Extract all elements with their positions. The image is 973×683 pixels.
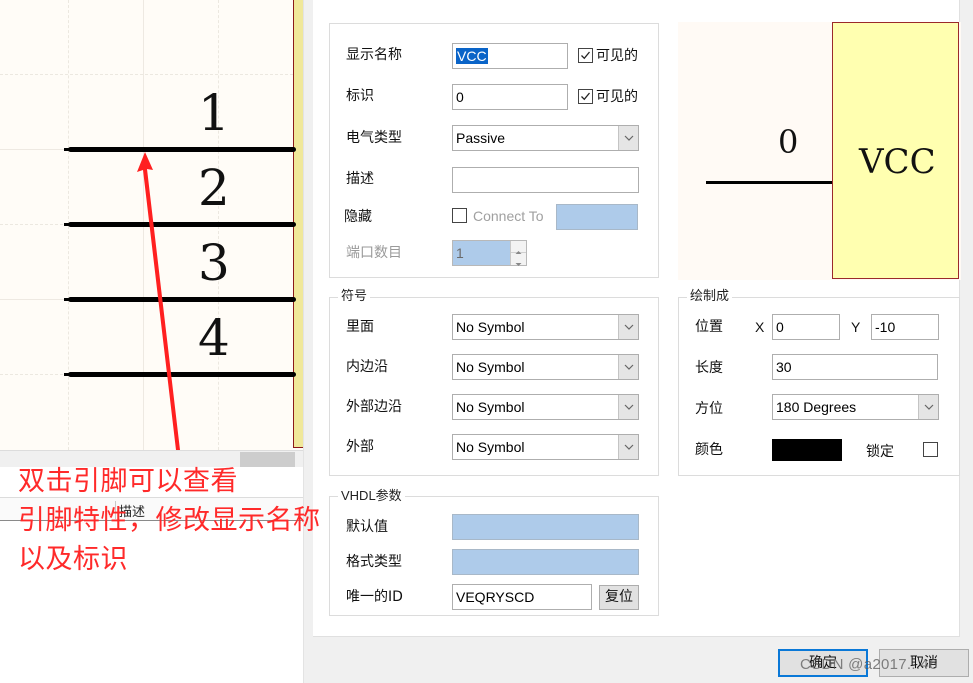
format-type-input[interactable]: [452, 549, 639, 575]
outside-symbol-value: No Symbol: [456, 439, 525, 455]
inside-edge-symbol-value: No Symbol: [456, 359, 525, 375]
display-name-input[interactable]: VCC: [452, 43, 568, 69]
preview-pin-number: 0: [778, 123, 799, 161]
general-properties-group: 显示名称 VCC 可见的 标识 0 可见的 电气类型 Passive 描述 隐藏: [329, 23, 659, 278]
spinner-buttons: [510, 241, 526, 266]
watermark: CSDN @a2017...46: [800, 656, 938, 673]
dropdown-button[interactable]: [618, 435, 638, 459]
pin-number-1: 1: [198, 84, 230, 142]
symbols-legend: 符号: [338, 288, 371, 306]
spin-down-button[interactable]: [511, 253, 526, 266]
chevron-down-icon: [624, 404, 634, 410]
inside-edge-label: 内边沿: [346, 359, 388, 375]
port-count-value: 1: [456, 245, 464, 261]
location-y-input[interactable]: -10: [871, 314, 939, 340]
pin-number-2: 2: [198, 159, 230, 217]
pin-preview: 0 VCC: [678, 22, 961, 280]
designator-label: 标识: [346, 88, 374, 104]
display-name-visible-checkbox[interactable]: [578, 48, 593, 63]
dropdown-button[interactable]: [618, 355, 638, 379]
default-value-input[interactable]: [452, 514, 639, 540]
dropdown-button[interactable]: [618, 315, 638, 339]
pin-4[interactable]: [68, 372, 296, 377]
inside-edge-symbol-select[interactable]: No Symbol: [452, 354, 639, 380]
length-input[interactable]: 30: [772, 354, 938, 380]
color-picker-swatch[interactable]: [772, 439, 842, 461]
hidden-checkbox[interactable]: [452, 208, 467, 223]
location-x-input[interactable]: 0: [772, 314, 840, 340]
grid-line: [0, 74, 303, 75]
port-count-label: 端口数目: [346, 245, 402, 261]
description-input[interactable]: [452, 167, 639, 193]
port-count-spinner[interactable]: 1: [452, 240, 527, 266]
chevron-down-icon: [924, 404, 934, 410]
schematic-canvas[interactable]: 1 2 3 4: [0, 0, 303, 450]
y-label: Y: [851, 319, 861, 335]
chevron-down-icon: [624, 324, 634, 330]
pin-number-3: 3: [198, 234, 230, 292]
connect-to-input[interactable]: [556, 204, 638, 230]
color-label: 颜色: [695, 442, 723, 458]
orientation-value: 180 Degrees: [776, 399, 857, 415]
checkmark-icon: [581, 51, 591, 60]
preview-pin-name: VCC: [859, 142, 936, 182]
symbols-group: 符号 里面 No Symbol 内边沿 No Symbol 外部边沿 No Sy…: [329, 288, 659, 476]
checkmark-icon: [581, 92, 591, 101]
chevron-down-icon: [624, 135, 634, 141]
preview-pin-line: [706, 181, 833, 184]
chevron-down-icon: [624, 364, 634, 370]
unique-id-label: 唯一的ID: [346, 589, 403, 605]
pin-3[interactable]: [68, 297, 296, 302]
dropdown-button[interactable]: [618, 126, 638, 150]
dropdown-button[interactable]: [618, 395, 638, 419]
display-name-value: VCC: [456, 48, 488, 64]
x-label: X: [755, 319, 765, 335]
chevron-down-icon: [624, 444, 634, 450]
locked-label: 锁定: [866, 444, 894, 460]
orientation-select[interactable]: 180 Degrees: [772, 394, 939, 420]
unique-id-input[interactable]: VEQRYSCD: [452, 584, 592, 610]
outside-label: 外部: [346, 439, 374, 455]
graphical-group: 绘制成 位置 X 0 Y -10 长度 30 方位 180 Degrees 颜色…: [678, 288, 960, 476]
inside-symbol-select[interactable]: No Symbol: [452, 314, 639, 340]
electrical-type-select[interactable]: Passive: [452, 125, 639, 151]
location-label: 位置: [695, 319, 723, 335]
outside-symbol-select[interactable]: No Symbol: [452, 434, 639, 460]
arrow-down-icon: [515, 263, 522, 266]
inside-symbol-value: No Symbol: [456, 319, 525, 335]
reset-button[interactable]: 复位: [599, 585, 639, 610]
annotation-text: 双击引脚可以查看 引脚特性，修改显示名称 以及标识: [18, 462, 378, 579]
outside-edge-symbol-value: No Symbol: [456, 399, 525, 415]
description-label: 描述: [346, 171, 374, 187]
hidden-label: 隐藏: [344, 209, 372, 225]
pin-2[interactable]: [68, 222, 296, 227]
pin-number-4: 4: [198, 309, 230, 367]
designator-visible-label[interactable]: 可见的: [596, 88, 638, 106]
designator-visible-checkbox[interactable]: [578, 89, 593, 104]
graphical-legend: 绘制成: [687, 288, 733, 306]
annotation-line: 引脚特性，修改显示名称: [18, 505, 321, 536]
annotation-line: 以及标识: [18, 544, 128, 575]
connect-to-label: Connect To: [473, 208, 544, 224]
pin-properties-dialog: 显示名称 VCC 可见的 标识 0 可见的 电气类型 Passive 描述 隐藏: [313, 0, 973, 683]
vhdl-params-group: VHDL参数 默认值 格式类型 唯一的ID VEQRYSCD 复位: [329, 487, 659, 616]
pin-1[interactable]: [68, 147, 296, 152]
electrical-type-label: 电气类型: [346, 130, 402, 146]
spin-up-button[interactable]: [511, 241, 526, 254]
dropdown-button[interactable]: [918, 395, 938, 419]
display-name-visible-label[interactable]: 可见的: [596, 47, 638, 65]
outside-edge-symbol-select[interactable]: No Symbol: [452, 394, 639, 420]
splitter[interactable]: [303, 0, 313, 683]
outside-edge-label: 外部边沿: [346, 399, 402, 415]
designator-input[interactable]: 0: [452, 84, 568, 110]
length-label: 长度: [695, 360, 723, 376]
locked-checkbox[interactable]: [923, 442, 938, 457]
orientation-label: 方位: [695, 401, 723, 417]
dialog-content: 显示名称 VCC 可见的 标识 0 可见的 电气类型 Passive 描述 隐藏: [313, 0, 961, 637]
display-name-label: 显示名称: [346, 47, 402, 63]
electrical-type-value: Passive: [456, 130, 506, 146]
schematic-editor: 1 2 3 4 描述: [0, 0, 303, 683]
inside-label: 里面: [346, 319, 374, 335]
annotation-line: 双击引脚可以查看: [18, 466, 238, 497]
